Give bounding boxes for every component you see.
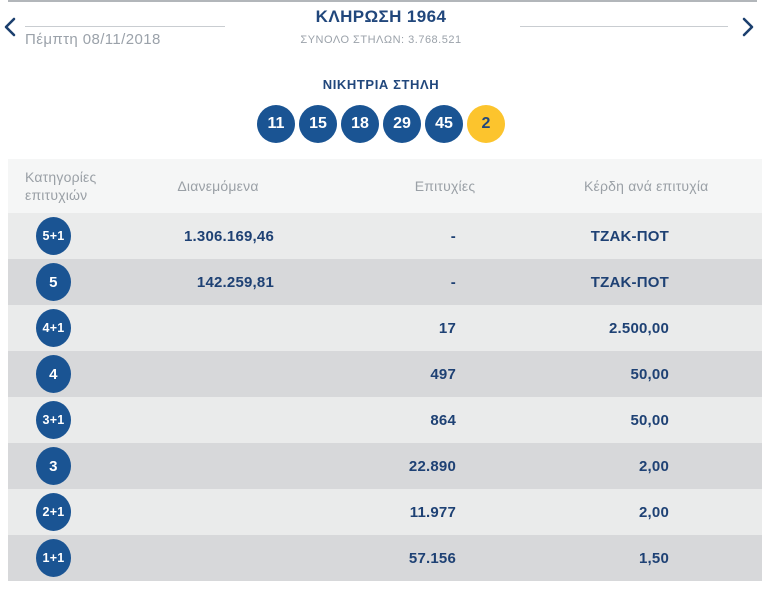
next-draw-button[interactable] bbox=[738, 14, 758, 40]
winning-number-ball: 45 bbox=[425, 105, 463, 143]
chevron-right-icon bbox=[742, 17, 754, 37]
prize-tier-row: 2+1 11.977 2,00 bbox=[8, 489, 762, 535]
prize-table: Κατηγορίες επιτυχιών Διανεμόμενα Επιτυχί… bbox=[8, 159, 762, 581]
wins-value: - bbox=[450, 273, 456, 291]
top-divider bbox=[8, 0, 757, 2]
wins-value: 11.977 bbox=[409, 503, 456, 521]
prize-tier-row: 4 497 50,00 bbox=[8, 351, 762, 397]
wins-value: 864 bbox=[430, 411, 456, 429]
winnings-value: 50,00 bbox=[630, 411, 669, 429]
distributed-value: 1.306.169,46 bbox=[184, 227, 274, 245]
column-header-wins: Επιτυχίες bbox=[414, 178, 476, 194]
wins-value: 22.890 bbox=[408, 457, 456, 475]
divider-line-right bbox=[520, 26, 728, 27]
tier-badge: 3 bbox=[36, 447, 71, 485]
winning-numbers: 11 15 18 29 45 2 bbox=[0, 105, 762, 143]
winning-number-ball: 15 bbox=[299, 105, 337, 143]
tier-badge: 5 bbox=[36, 263, 71, 301]
draw-title: ΚΛΗΡΩΣΗ 1964 bbox=[315, 7, 447, 26]
prize-tier-row: 4+1 17 2.500,00 bbox=[8, 305, 762, 351]
wins-value: 17 bbox=[438, 319, 456, 337]
winnings-value: 2,00 bbox=[639, 503, 669, 521]
prize-tier-row: 1+1 57.156 1,50 bbox=[8, 535, 762, 581]
wins-value: 497 bbox=[430, 365, 456, 383]
wins-value: 57.156 bbox=[408, 549, 456, 567]
winning-column-title: ΝΙΚΗΤΡΙΑ ΣΤΗΛΗ bbox=[322, 77, 440, 92]
winnings-value: 50,00 bbox=[630, 365, 669, 383]
prize-tier-row: 5+1 1.306.169,46 - ΤΖΑΚ-ΠΟΤ bbox=[8, 213, 762, 259]
distributed-value: 142.259,81 bbox=[196, 273, 274, 291]
tier-badge: 1+1 bbox=[36, 539, 71, 577]
winning-number-ball: 29 bbox=[383, 105, 421, 143]
prize-tier-row: 5 142.259,81 - ΤΖΑΚ-ΠΟΤ bbox=[8, 259, 762, 305]
tier-badge: 5+1 bbox=[36, 217, 71, 255]
winnings-value: ΤΖΑΚ-ΠΟΤ bbox=[590, 273, 669, 291]
prize-table-header: Κατηγορίες επιτυχιών Διανεμόμενα Επιτυχί… bbox=[8, 159, 762, 213]
winning-number-ball: 11 bbox=[257, 105, 295, 143]
winnings-value: 2.500,00 bbox=[609, 319, 669, 337]
tier-badge: 3+1 bbox=[36, 401, 71, 439]
winnings-value: ΤΖΑΚ-ΠΟΤ bbox=[590, 227, 669, 245]
winnings-value: 1,50 bbox=[639, 549, 669, 567]
winnings-value: 2,00 bbox=[639, 457, 669, 475]
prize-tier-row: 3 22.890 2,00 bbox=[8, 443, 762, 489]
prize-tier-row: 3+1 864 50,00 bbox=[8, 397, 762, 443]
tzoker-draw-results-page: Πέμπτη 08/11/2018 ΚΛΗΡΩΣΗ 1964 ΣΥΝΟΛΟ ΣΤ… bbox=[0, 0, 762, 600]
total-columns-label: ΣΥΝΟΛΟ ΣΤΗΛΩΝ: 3.768.521 bbox=[300, 34, 462, 46]
winning-number-ball: 18 bbox=[341, 105, 379, 143]
column-header-categories: Κατηγορίες επιτυχιών bbox=[25, 169, 97, 203]
tier-badge: 4+1 bbox=[36, 309, 71, 347]
tier-badge: 2+1 bbox=[36, 493, 71, 531]
draw-navigator: Πέμπτη 08/11/2018 ΚΛΗΡΩΣΗ 1964 ΣΥΝΟΛΟ ΣΤ… bbox=[0, 0, 762, 60]
column-header-distributed: Διανεμόμενα bbox=[177, 178, 259, 194]
winning-column-section: ΝΙΚΗΤΡΙΑ ΣΤΗΛΗ 11 15 18 29 45 2 bbox=[0, 60, 762, 143]
column-header-winnings: Κέρδη ανά επιτυχία bbox=[584, 178, 709, 194]
bonus-number-ball: 2 bbox=[467, 105, 505, 143]
tier-badge: 4 bbox=[36, 355, 71, 393]
wins-value: - bbox=[450, 227, 456, 245]
